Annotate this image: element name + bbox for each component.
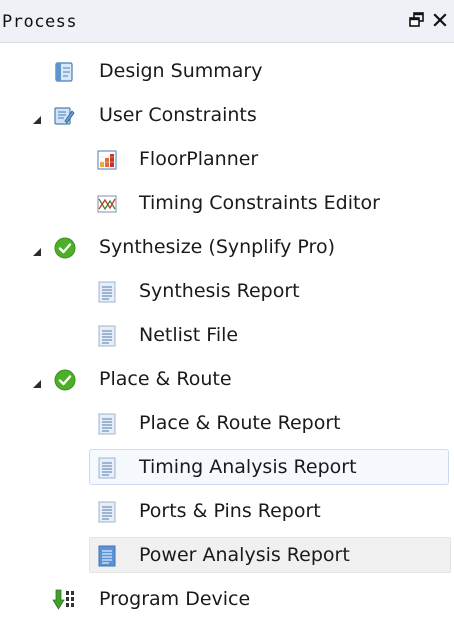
report-file-icon	[96, 501, 118, 523]
tree-item-label: Timing Analysis Report	[139, 456, 357, 478]
tree-item-power-analysis-report[interactable]: Power Analysis Report	[0, 537, 454, 575]
panel-title: Process	[2, 12, 78, 32]
design-summary-icon	[53, 61, 75, 83]
report-file-icon	[96, 545, 118, 567]
program-device-icon	[52, 589, 74, 611]
tree-item-synthesis-report[interactable]: Synthesis Report	[0, 273, 454, 311]
report-file-icon	[96, 281, 118, 303]
tree-item-floorplanner[interactable]: FloorPlanner	[0, 141, 454, 179]
tree-item-label: Place & Route Report	[139, 412, 341, 434]
expanded-arrow-icon[interactable]	[32, 110, 42, 124]
tree-item-label: Power Analysis Report	[139, 544, 350, 566]
tree-item-label: Design Summary	[99, 60, 263, 82]
tree-item-label: Synthesis Report	[139, 280, 300, 302]
tree-item-ports-pins-report[interactable]: Ports & Pins Report	[0, 493, 454, 531]
float-window-icon[interactable]	[407, 10, 427, 30]
tree-item-label: Program Device	[99, 588, 251, 610]
tree-item-label: Timing Constraints Editor	[139, 192, 380, 214]
report-file-icon	[96, 457, 118, 479]
expanded-arrow-icon[interactable]	[32, 374, 42, 388]
close-icon[interactable]	[430, 10, 450, 30]
process-panel: Process Design Summary User Constraints …	[0, 0, 454, 619]
tree-item-netlist-file[interactable]: Netlist File	[0, 317, 454, 355]
tree-item-synthesize[interactable]: Synthesize (Synplify Pro)	[0, 229, 454, 267]
check-circle-icon	[54, 237, 76, 259]
expanded-arrow-icon[interactable]	[32, 242, 42, 256]
tree-item-place-route-report[interactable]: Place & Route Report	[0, 405, 454, 443]
tree-item-label: Synthesize (Synplify Pro)	[99, 236, 335, 258]
tree-item-design-summary[interactable]: Design Summary	[0, 53, 454, 91]
tree-item-place-route[interactable]: Place & Route	[0, 361, 454, 399]
report-file-icon	[96, 413, 118, 435]
tree-item-label: FloorPlanner	[139, 148, 259, 170]
tree-item-label: User Constraints	[99, 104, 257, 126]
panel-header: Process	[0, 0, 454, 43]
tree-item-label: Place & Route	[99, 368, 232, 390]
report-file-icon	[96, 325, 118, 347]
tree-item-timing-analysis-report[interactable]: Timing Analysis Report	[0, 449, 454, 487]
timing-constraints-icon	[96, 193, 118, 215]
tree-item-timing-constraints-editor[interactable]: Timing Constraints Editor	[0, 185, 454, 223]
floorplanner-icon	[96, 149, 118, 171]
check-circle-icon	[54, 369, 76, 391]
tree-item-user-constraints[interactable]: User Constraints	[0, 97, 454, 135]
tree-item-label: Ports & Pins Report	[139, 500, 321, 522]
tree-item-program-device[interactable]: Program Device	[0, 581, 454, 619]
user-constraints-icon	[53, 105, 75, 127]
tree-item-label: Netlist File	[139, 324, 239, 346]
